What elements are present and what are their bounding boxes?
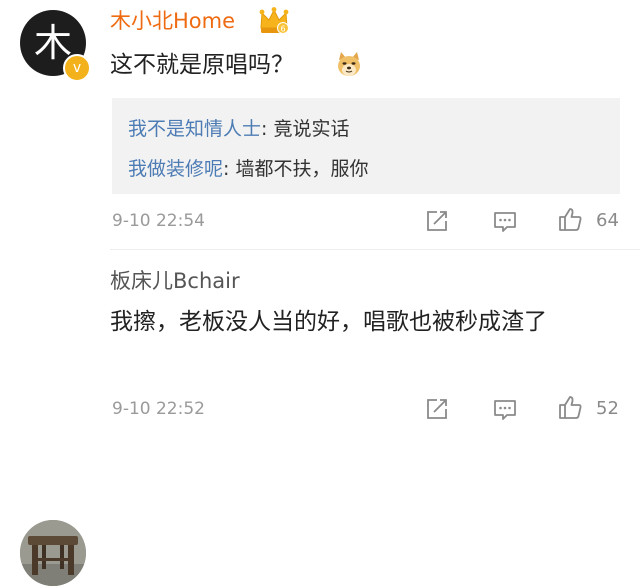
reply-item: 我不是知情人士: 竟说实话 [128,116,349,142]
divider [110,249,640,250]
reply-username[interactable]: 我做装修呢 [128,158,223,180]
comment-time: 9-10 22:52 [112,399,205,419]
reply-text: : 竟说实话 [261,118,350,140]
svg-text:6: 6 [280,25,285,34]
username[interactable]: 板床儿Bchair [110,268,240,294]
avatar[interactable] [20,520,86,586]
comment-icon[interactable] [492,208,518,234]
comment-time: 9-10 22:54 [112,211,205,231]
verified-v-icon: v [63,54,91,82]
like-count: 64 [596,210,619,231]
reply-text: : 墙都不扶，服你 [223,158,369,180]
doge-emoji-icon [338,52,360,76]
comment-icon[interactable] [492,396,518,422]
comment-item: 木 v 木小北Home 6 这不就是原唱吗？ 我不是知情人士: 竟说实话 我做装… [0,0,640,246]
comment-text: 我擦，老板没人当的好，唱歌也被秒成渣了 [110,309,547,335]
like-count: 52 [596,398,619,419]
wooden-stool-avatar [20,520,86,586]
reply-box[interactable]: 我不是知情人士: 竟说实话 我做装修呢: 墙都不扶，服你 [112,98,620,194]
comment-item: 板床儿Bchair 我擦，老板没人当的好，唱歌也被秒成渣了 9-10 22:52… [0,252,640,586]
like-icon[interactable] [557,394,583,420]
reply-username[interactable]: 我不是知情人士 [128,118,261,140]
username[interactable]: 木小北Home [110,8,235,34]
crown-icon: 6 [259,7,289,34]
reply-item: 我做装修呢: 墙都不扶，服你 [128,156,368,182]
comment-text: 这不就是原唱吗？ [110,52,294,78]
share-icon[interactable] [424,208,450,234]
like-icon[interactable] [557,206,583,232]
share-icon[interactable] [424,396,450,422]
